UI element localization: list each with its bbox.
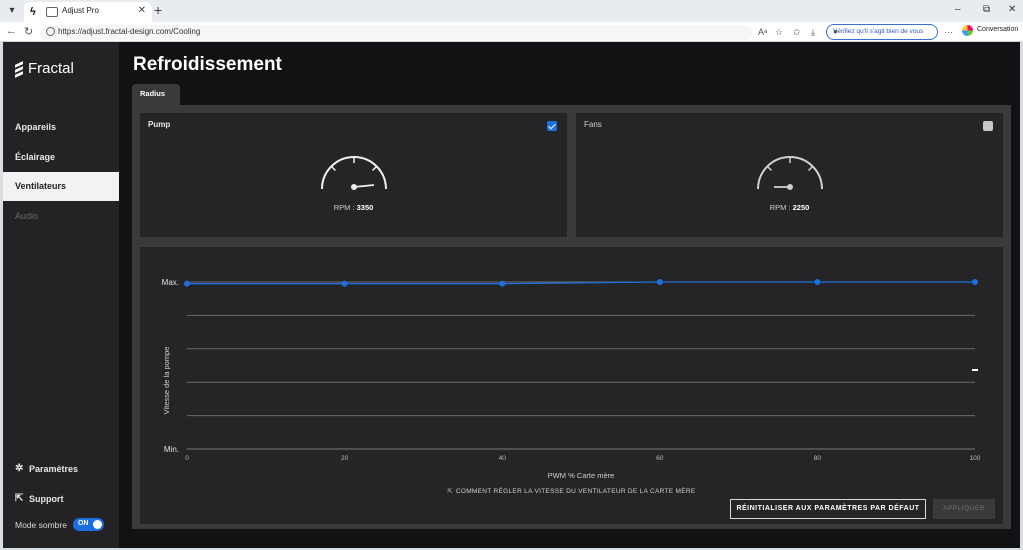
address-bar-row: ← ↻ https://adjust.fractal-design.com/Co…: [0, 22, 1023, 42]
favorite-star-icon[interactable]: ☆: [775, 27, 783, 38]
y-tick-label: Min.: [164, 445, 179, 454]
y-tick-label: Max.: [162, 278, 179, 287]
curve-marker: [972, 369, 978, 371]
brand-name: Fractal: [28, 60, 74, 77]
howto-label: COMMENT RÉGLER LA VITESSE DU VENTILATEUR…: [455, 488, 696, 495]
brand-logo: Fractal: [15, 60, 74, 78]
download-icon[interactable]: ⤓: [811, 27, 815, 38]
back-icon[interactable]: ←: [6, 25, 17, 37]
tab-close-icon[interactable]: ✕: [138, 5, 146, 16]
new-tab-button[interactable]: +: [154, 2, 162, 18]
app-window: Fractal Appareils Éclairage Ventilateurs…: [3, 42, 1020, 548]
fractal-favicon-icon: ϟ: [30, 6, 36, 18]
curve-point-handle[interactable]: [972, 279, 978, 285]
external-link-icon: ⇱: [447, 489, 453, 495]
refresh-icon[interactable]: ↻: [24, 25, 33, 38]
gear-icon: ✲: [15, 463, 24, 474]
copilot-icon[interactable]: [962, 25, 973, 36]
pump-gauge-icon: [320, 156, 387, 190]
main-content: Refroidissement Radius Pump RPM : 3350 F…: [119, 42, 1020, 548]
curve-point-handle[interactable]: [656, 279, 663, 285]
reader-icon[interactable]: Aᵃ: [758, 27, 767, 37]
pump-checkbox[interactable]: [547, 121, 557, 131]
curve-point-handle[interactable]: [184, 280, 190, 287]
profile-verify-button[interactable]: Vérifiez qu'il s'agit bien de vous ●: [826, 24, 938, 40]
dark-mode-toggle[interactable]: ON: [72, 518, 104, 531]
maximize-button[interactable]: ⧉: [983, 4, 990, 15]
browser-tab[interactable]: ϟ Adjust Pro ✕: [24, 2, 152, 22]
x-tick-label: 80: [814, 455, 822, 462]
settings-link[interactable]: ✲ Paramètres: [15, 463, 78, 474]
pump-rpm-label: RPM :: [333, 203, 357, 212]
toggle-knob: [92, 520, 102, 529]
pump-rpm: RPM : 3350: [140, 203, 567, 212]
fans-rpm: RPM : 2250: [576, 203, 1003, 212]
support-link[interactable]: ⇱ Support: [15, 493, 64, 504]
howto-link[interactable]: ⇱ COMMENT RÉGLER LA VITESSE DU VENTILATEU…: [140, 488, 1003, 495]
sidebar-item-appareils[interactable]: Appareils: [3, 113, 119, 142]
settings-label: Paramètres: [29, 463, 79, 474]
pump-card: Pump RPM : 3350: [140, 113, 567, 237]
x-tick-label: 40: [499, 455, 507, 462]
window-close-button[interactable]: ✕: [1008, 4, 1016, 15]
tab-actions-icon[interactable]: ▾: [4, 3, 20, 19]
cooling-panel: Pump RPM : 3350 Fans RPM: 2250 Max. Min…: [132, 105, 1011, 529]
pump-curve-card: Max. Min. 0 20 40 60 80 100 PWM % Carte mère Vite…: [140, 247, 1003, 524]
pump-curve-chart[interactable]: Max. Min. 0 20 40 60 80 100 PWM % Carte mère Vite…: [140, 247, 1003, 487]
curve-point-handle[interactable]: [814, 279, 821, 285]
dark-mode-row: Mode sombre ON: [15, 518, 104, 531]
fans-rpm-value: 2250: [792, 203, 810, 212]
url-field[interactable]: https://adjust.fractal-design.com/Coolin…: [40, 25, 752, 40]
curve-point-handle[interactable]: [499, 280, 506, 287]
sidebar-item-ventilateurs[interactable]: Ventilateurs: [3, 172, 119, 201]
pump-title: Pump: [148, 120, 171, 129]
favorites-icon[interactable]: ✩: [793, 27, 801, 38]
fans-title: Fans: [584, 120, 602, 129]
x-tick-label: 20: [341, 455, 349, 462]
url-text: https://adjust.fractal-design.com/Coolin…: [58, 27, 201, 36]
profile-icon: ●: [833, 27, 838, 36]
tab-title: Adjust Pro: [62, 6, 99, 15]
toggle-state-label: ON: [77, 520, 89, 527]
conversation-label[interactable]: Conversation: [977, 26, 1018, 33]
tab-media-icon: [46, 7, 58, 17]
fractal-logo-icon: [15, 60, 23, 78]
browser-tab-bar: ▾ ϟ Adjust Pro ✕ + – ⧉ ✕: [0, 0, 1023, 22]
sidebar: Fractal Appareils Éclairage Ventilateurs…: [3, 42, 119, 548]
curve-point-handle[interactable]: [341, 280, 348, 287]
x-tick-label: 0: [185, 455, 189, 462]
x-axis-label: PWM % Carte mère: [548, 471, 615, 480]
reset-defaults-button[interactable]: RÉINITIALISER AUX PARAMÈTRES PAR DÉFAUT: [730, 499, 926, 519]
minimize-button[interactable]: –: [955, 4, 961, 15]
page-title: Refroidissement: [133, 54, 282, 75]
fans-rpm-label: RPM :: [769, 203, 793, 212]
sidebar-item-audio: Audio: [15, 211, 39, 221]
sidebar-item-eclairage[interactable]: Éclairage: [3, 143, 119, 172]
fans-checkbox[interactable]: [983, 121, 993, 131]
site-info-icon[interactable]: [46, 27, 55, 36]
support-label: Support: [29, 493, 64, 504]
x-tick-label: 100: [970, 455, 981, 462]
tab-radius[interactable]: Radius: [132, 84, 180, 106]
x-tick-label: 60: [656, 455, 664, 462]
external-link-icon: ⇱: [15, 493, 24, 504]
fans-card: Fans RPM : 2250: [576, 113, 1003, 237]
fans-gauge-icon: [756, 156, 823, 190]
apply-button: APPLIQUER: [933, 499, 995, 519]
y-axis-label: Vitesse de la pompe: [162, 347, 171, 415]
pump-rpm-value: 3350: [356, 203, 374, 212]
more-menu-icon[interactable]: ···: [944, 27, 953, 37]
dark-mode-label: Mode sombre: [15, 519, 67, 530]
